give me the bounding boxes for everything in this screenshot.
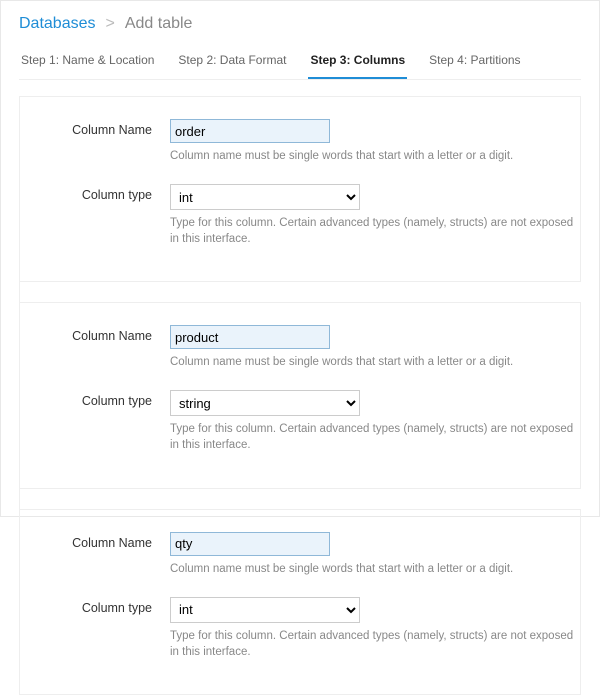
- breadcrumb-separator: >: [106, 15, 115, 33]
- column-name-label: Column Name: [20, 532, 170, 550]
- breadcrumb-current: Add table: [125, 15, 193, 33]
- column-name-hint: Column name must be single words that st…: [170, 148, 580, 164]
- column-type-hint: Type for this column. Certain advanced t…: [170, 215, 580, 247]
- column-type-label: Column type: [20, 390, 170, 408]
- column-name-input[interactable]: [170, 325, 330, 349]
- column-type-label: Column type: [20, 184, 170, 202]
- column-name-hint: Column name must be single words that st…: [170, 561, 580, 577]
- column-type-hint: Type for this column. Certain advanced t…: [170, 628, 580, 660]
- tab-step-4[interactable]: Step 4: Partitions: [427, 47, 522, 79]
- tab-step-1[interactable]: Step 1: Name & Location: [19, 47, 156, 79]
- breadcrumb: Databases > Add table: [19, 15, 581, 33]
- column-card: Column Name Column name must be single w…: [20, 302, 581, 488]
- column-card: Column Name Column name must be single w…: [20, 96, 581, 282]
- tab-step-2[interactable]: Step 2: Data Format: [176, 47, 288, 79]
- column-type-select[interactable]: int: [170, 597, 360, 623]
- column-card: Column Name Column name must be single w…: [20, 509, 581, 695]
- column-name-input[interactable]: [170, 119, 330, 143]
- column-type-label: Column type: [20, 597, 170, 615]
- breadcrumb-databases-link[interactable]: Databases: [19, 15, 96, 33]
- column-name-label: Column Name: [20, 119, 170, 137]
- column-name-label: Column Name: [20, 325, 170, 343]
- tab-step-3[interactable]: Step 3: Columns: [308, 47, 407, 79]
- column-type-hint: Type for this column. Certain advanced t…: [170, 421, 580, 453]
- column-type-select[interactable]: int: [170, 184, 360, 210]
- columns-list: Column Name Column name must be single w…: [19, 96, 581, 695]
- add-table-page: Databases > Add table Step 1: Name & Loc…: [0, 0, 600, 517]
- column-type-select[interactable]: string: [170, 390, 360, 416]
- column-name-input[interactable]: [170, 532, 330, 556]
- wizard-tabs: Step 1: Name & Location Step 2: Data For…: [19, 47, 581, 80]
- column-name-hint: Column name must be single words that st…: [170, 354, 580, 370]
